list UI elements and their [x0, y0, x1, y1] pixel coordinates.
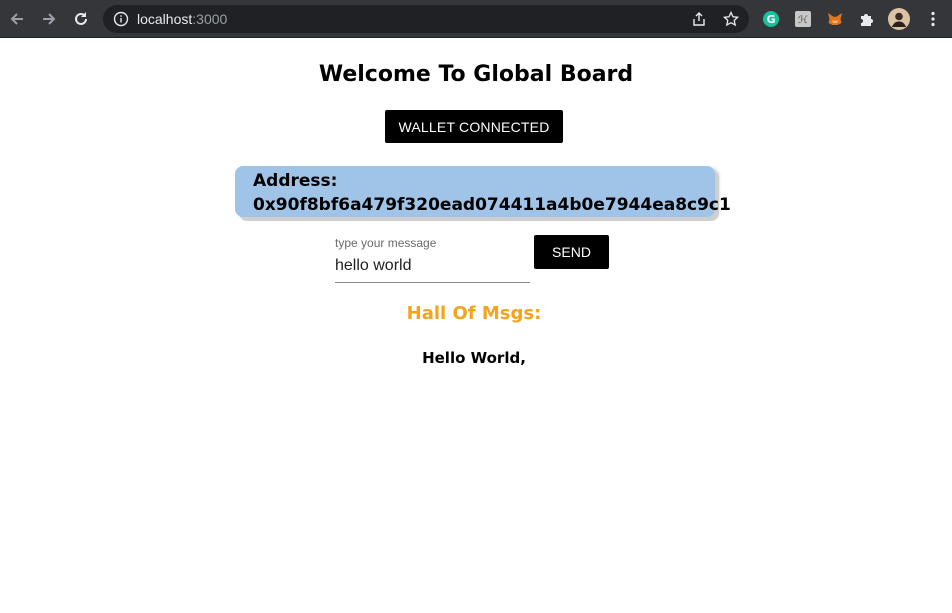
message-item: Hello World,: [422, 349, 526, 367]
puzzle-icon[interactable]: [858, 10, 876, 28]
reload-icon[interactable]: [69, 7, 93, 31]
metamask-icon[interactable]: [826, 10, 844, 28]
profile-avatar[interactable]: [888, 8, 910, 30]
url-text[interactable]: localhost:3000: [137, 11, 227, 27]
wallet-connected-button[interactable]: WALLET CONNECTED: [385, 110, 563, 143]
address-value: 0x90f8bf6a479f320ead074411a4b0e7944ea8c9…: [253, 195, 731, 215]
url-port: :3000: [192, 11, 228, 27]
extension-h-icon[interactable]: ℋ: [794, 10, 812, 28]
address-card: Address: 0x90f8bf6a479f320ead074411a4b0e…: [235, 166, 731, 217]
grammarly-icon[interactable]: G: [762, 10, 780, 28]
svg-text:ℋ: ℋ: [798, 15, 808, 26]
message-input[interactable]: [335, 255, 530, 277]
hall-of-msgs-heading: Hall Of Msgs:: [406, 303, 542, 324]
address-bar[interactable]: localhost:3000: [103, 5, 749, 33]
url-host: localhost: [137, 11, 193, 27]
message-field-label: type your message: [335, 236, 437, 250]
forward-icon[interactable]: [37, 7, 61, 31]
page-title: Welcome To Global Board: [318, 62, 634, 87]
address-label: Address:: [253, 171, 338, 191]
info-icon[interactable]: [113, 11, 129, 27]
share-icon[interactable]: [691, 11, 707, 27]
svg-text:G: G: [766, 13, 775, 26]
menu-icon[interactable]: [924, 10, 942, 28]
message-field[interactable]: type your message: [335, 233, 530, 283]
back-icon[interactable]: [5, 7, 29, 31]
send-button[interactable]: SEND: [534, 235, 609, 269]
browser-toolbar: localhost:3000 G ℋ: [0, 0, 952, 38]
star-icon[interactable]: [722, 10, 740, 27]
